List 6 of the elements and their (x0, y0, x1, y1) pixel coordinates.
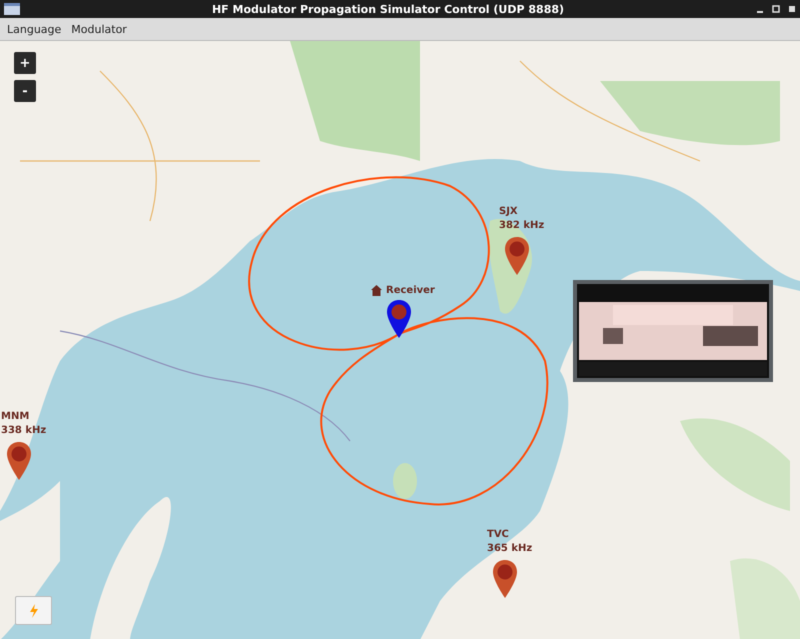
window-title: HF Modulator Propagation Simulator Control (UDP 8888) (210, 2, 566, 16)
menu-item[interactable]: Modulator (70, 20, 128, 38)
window-icon (4, 3, 20, 15)
close-icon[interactable] (788, 5, 796, 13)
maximize-icon[interactable] (772, 5, 780, 13)
menu-item[interactable]: Language (6, 20, 62, 38)
